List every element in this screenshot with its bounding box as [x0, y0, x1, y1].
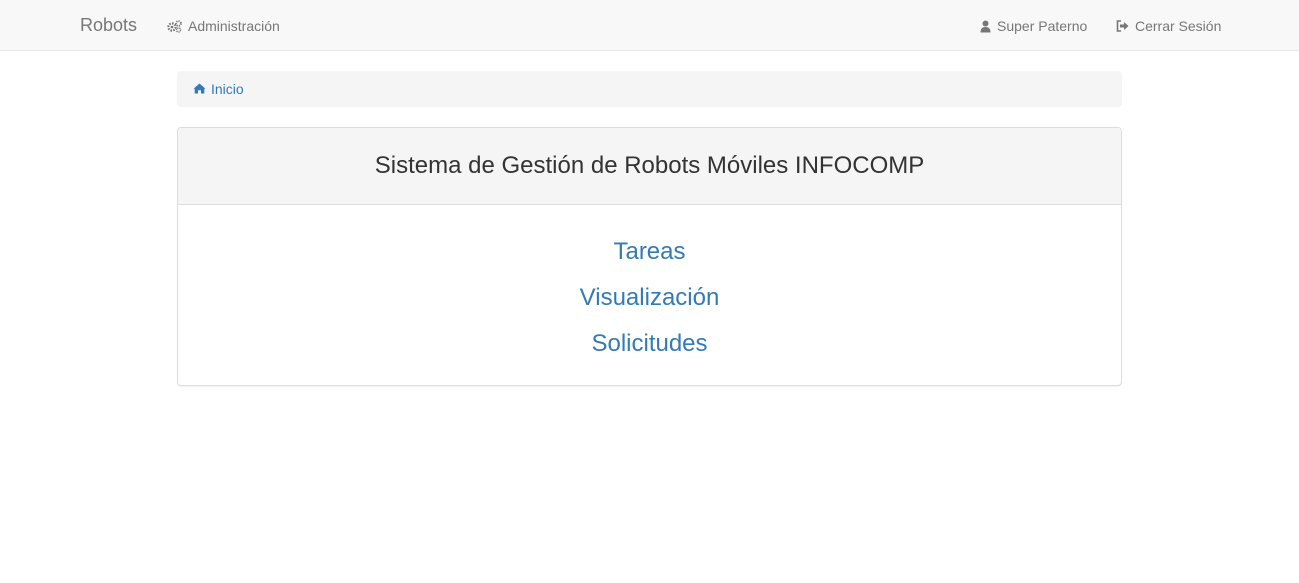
- logout-link[interactable]: Cerrar Sesión: [1116, 17, 1221, 35]
- user-profile-link[interactable]: Super Paterno: [980, 17, 1087, 35]
- solicitudes-link[interactable]: Solicitudes: [591, 329, 707, 359]
- panel-body: Tareas Visualización Solicitudes: [178, 205, 1121, 375]
- page-title: Sistema de Gestión de Robots Móviles INF…: [374, 152, 925, 179]
- breadcrumb: Inicio: [177, 71, 1122, 107]
- breadcrumb-home[interactable]: Inicio: [193, 81, 244, 97]
- home-icon: [193, 81, 206, 97]
- sign-out-icon: [1116, 20, 1129, 32]
- logout-label: Cerrar Sesión: [1135, 18, 1222, 34]
- admin-label: Administración: [188, 18, 280, 34]
- visualizacion-link[interactable]: Visualización: [580, 283, 720, 313]
- tareas-link[interactable]: Tareas: [613, 237, 685, 267]
- admin-menu-link[interactable]: Administración: [167, 17, 280, 35]
- panel-heading: Sistema de Gestión de Robots Móviles INF…: [178, 128, 1121, 205]
- user-label: Super Paterno: [997, 18, 1088, 34]
- breadcrumb-home-label: Inicio: [211, 81, 244, 97]
- cogs-icon: [167, 19, 182, 33]
- brand-link[interactable]: Robots: [80, 14, 137, 36]
- user-icon: [980, 20, 991, 33]
- top-navbar: Robots Administración Super Paterno Cerr…: [0, 0, 1299, 51]
- main-panel: Sistema de Gestión de Robots Móviles INF…: [177, 127, 1122, 386]
